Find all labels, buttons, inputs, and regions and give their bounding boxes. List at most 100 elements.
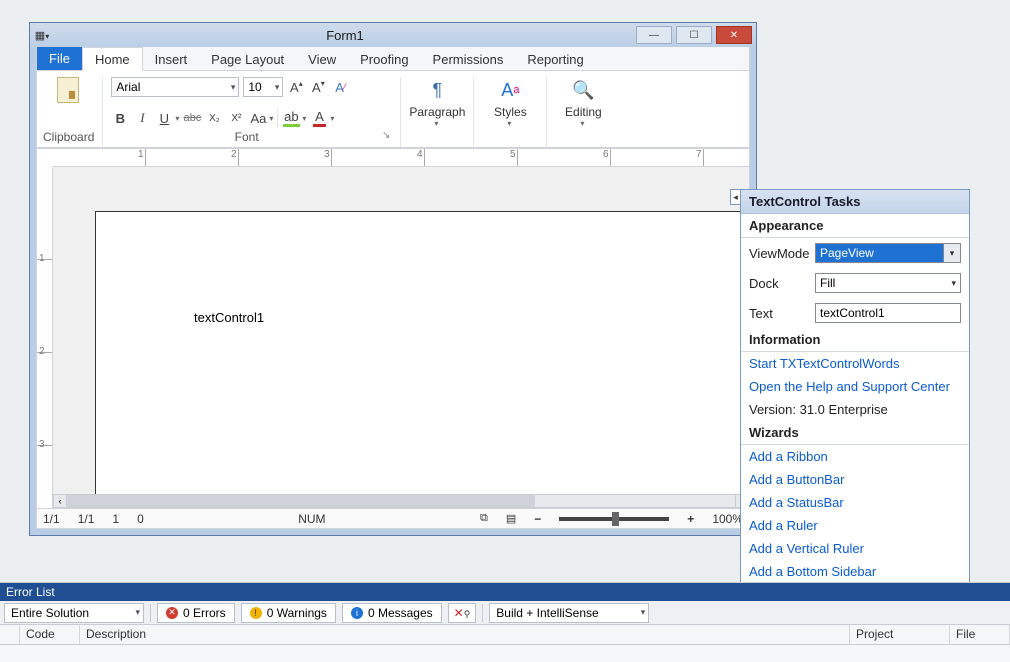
smart-tag-arrow-icon[interactable]: ◂ bbox=[730, 189, 740, 205]
paste-button[interactable] bbox=[43, 77, 93, 103]
system-menu-icon[interactable]: ▦▾ bbox=[30, 29, 54, 42]
font-color-dropdown-icon[interactable]: ▾ bbox=[330, 114, 334, 123]
minimize-button[interactable]: — bbox=[636, 26, 672, 44]
subscript-button[interactable]: X₂ bbox=[205, 109, 223, 127]
zoom-percent[interactable]: 100% bbox=[712, 512, 743, 526]
tab-file[interactable]: File bbox=[37, 47, 82, 70]
tab-proofing[interactable]: Proofing bbox=[348, 48, 420, 70]
zoom-slider[interactable] bbox=[559, 517, 669, 521]
horizontal-scrollbar[interactable]: ‹ › bbox=[53, 494, 749, 508]
tasks-section-wizards: Wizards bbox=[741, 421, 969, 445]
grow-font-button[interactable]: A▴ bbox=[287, 78, 305, 96]
vertical-ruler[interactable]: 1 2 3 bbox=[37, 167, 53, 494]
error-list-columns: Code Description Project File bbox=[0, 625, 1010, 645]
tab-permissions[interactable]: Permissions bbox=[421, 48, 516, 70]
case-dropdown-icon[interactable]: ▾ bbox=[269, 114, 273, 123]
warning-icon: ! bbox=[250, 607, 262, 619]
error-list-panel: Error List Entire Solution ✕ 0 Errors ! … bbox=[0, 582, 1010, 662]
ribbon-button-label: Paragraph bbox=[409, 105, 465, 119]
scroll-left-icon[interactable]: ‹ bbox=[53, 494, 67, 508]
page: textControl1 bbox=[95, 211, 745, 494]
zoom-out-button[interactable]: − bbox=[534, 512, 541, 526]
tab-home[interactable]: Home bbox=[82, 47, 143, 71]
tab-page-layout[interactable]: Page Layout bbox=[199, 48, 296, 70]
tasks-title: TextControl Tasks bbox=[741, 190, 969, 214]
col-file[interactable]: File bbox=[950, 625, 1010, 644]
wizard-add-statusbar[interactable]: Add a StatusBar bbox=[741, 491, 969, 514]
view-mode-icon-2[interactable]: ▤ bbox=[506, 512, 516, 525]
link-help-center[interactable]: Open the Help and Support Center bbox=[741, 375, 969, 398]
version-text: Version: 31.0 Enterprise bbox=[741, 398, 969, 421]
maximize-button[interactable]: ☐ bbox=[676, 26, 712, 44]
font-name-combo[interactable]: Arial bbox=[111, 77, 239, 97]
highlight-button[interactable]: ab bbox=[282, 109, 300, 127]
close-button[interactable]: ✕ bbox=[716, 26, 752, 44]
clear-formatting-button[interactable]: A⁄ bbox=[331, 78, 349, 96]
wizard-add-ruler[interactable]: Add a Ruler bbox=[741, 514, 969, 537]
underline-dropdown-icon[interactable]: ▾ bbox=[175, 114, 179, 123]
editing-button[interactable]: 🔍 Editing ▾ bbox=[555, 77, 611, 128]
horizontal-ruler[interactable]: 1 2 3 4 5 6 7 bbox=[53, 149, 749, 167]
warnings-filter-button[interactable]: ! 0 Warnings bbox=[241, 603, 336, 623]
tasks-section-information: Information bbox=[741, 328, 969, 352]
styles-button[interactable]: Aa Styles ▾ bbox=[482, 77, 538, 128]
link-start-words[interactable]: Start TXTextControlWords bbox=[741, 352, 969, 375]
ribbon-button-label: Styles bbox=[494, 105, 527, 119]
ribbon-group-font: Arial 10 A▴ A▾ A⁄ B I U ▾ abc X₂ X² bbox=[111, 77, 401, 147]
status-line: 1 bbox=[112, 512, 119, 526]
underline-button[interactable]: U bbox=[155, 109, 173, 127]
wizard-add-buttonbar[interactable]: Add a ButtonBar bbox=[741, 468, 969, 491]
tasks-section-appearance: Appearance bbox=[741, 214, 969, 238]
editor: 1 2 3 4 5 6 7 1 2 3 textControl1 bbox=[37, 148, 749, 528]
font-color-button[interactable]: A bbox=[310, 109, 328, 127]
clipboard-icon bbox=[57, 77, 79, 103]
wizard-add-bottom-sidebar[interactable]: Add a Bottom Sidebar bbox=[741, 560, 969, 583]
search-icon: 🔍 bbox=[572, 77, 594, 103]
title-bar: ▦▾ Form1 — ☐ ✕ bbox=[30, 23, 756, 47]
col-project[interactable]: Project bbox=[850, 625, 950, 644]
error-list-toolbar: Entire Solution ✕ 0 Errors ! 0 Warnings … bbox=[0, 601, 1010, 625]
tab-insert[interactable]: Insert bbox=[143, 48, 200, 70]
font-size-combo[interactable]: 10 bbox=[243, 77, 283, 97]
col-icon[interactable] bbox=[0, 625, 20, 644]
ribbon-group-styles: Aa Styles ▾ bbox=[482, 77, 547, 147]
tab-view[interactable]: View bbox=[296, 48, 348, 70]
ribbon: Clipboard Arial 10 A▴ A▾ A⁄ B I U bbox=[37, 71, 749, 148]
build-scope-combo[interactable]: Build + IntelliSense bbox=[489, 603, 649, 623]
error-scope-combo[interactable]: Entire Solution bbox=[4, 603, 144, 623]
tab-reporting[interactable]: Reporting bbox=[515, 48, 595, 70]
strikethrough-button[interactable]: abc bbox=[183, 109, 201, 127]
ribbon-group-paragraph: ¶ Paragraph ▾ bbox=[409, 77, 474, 147]
col-code[interactable]: Code bbox=[20, 625, 80, 644]
styles-icon: Aa bbox=[501, 77, 519, 103]
highlight-dropdown-icon[interactable]: ▾ bbox=[302, 114, 306, 123]
paragraph-button[interactable]: ¶ Paragraph ▾ bbox=[409, 77, 465, 128]
paragraph-dropdown-icon: ▾ bbox=[434, 119, 438, 128]
status-col: 0 bbox=[137, 512, 144, 526]
document-text[interactable]: textControl1 bbox=[194, 310, 744, 325]
clear-filter-button[interactable]: ✕⚲ bbox=[448, 603, 477, 623]
zoom-in-button[interactable]: + bbox=[687, 512, 694, 526]
page-area[interactable]: textControl1 bbox=[53, 167, 749, 494]
text-input[interactable]: textControl1 bbox=[815, 303, 961, 323]
dock-combo[interactable]: Fill bbox=[815, 273, 961, 293]
viewmode-combo[interactable]: PageView bbox=[815, 243, 961, 263]
italic-button[interactable]: I bbox=[133, 109, 151, 127]
ribbon-group-label: Clipboard bbox=[43, 127, 94, 147]
messages-filter-button[interactable]: i 0 Messages bbox=[342, 603, 442, 623]
filter-clear-icon: ✕⚲ bbox=[454, 606, 471, 620]
editing-dropdown-icon: ▾ bbox=[580, 119, 584, 128]
col-description[interactable]: Description bbox=[80, 625, 850, 644]
pilcrow-icon: ¶ bbox=[433, 77, 443, 103]
wizard-add-vruler[interactable]: Add a Vertical Ruler bbox=[741, 537, 969, 560]
dock-label: Dock bbox=[749, 276, 809, 291]
wizard-add-ribbon[interactable]: Add a Ribbon bbox=[741, 445, 969, 468]
view-mode-icon[interactable]: ⧉ bbox=[480, 512, 488, 525]
error-list-title: Error List bbox=[0, 583, 1010, 601]
superscript-button[interactable]: X² bbox=[227, 109, 245, 127]
errors-filter-button[interactable]: ✕ 0 Errors bbox=[157, 603, 235, 623]
bold-button[interactable]: B bbox=[111, 109, 129, 127]
shrink-font-button[interactable]: A▾ bbox=[309, 78, 327, 96]
font-dialog-launcher-icon[interactable]: ↘ bbox=[382, 130, 390, 141]
change-case-button[interactable]: Aa bbox=[249, 109, 267, 127]
